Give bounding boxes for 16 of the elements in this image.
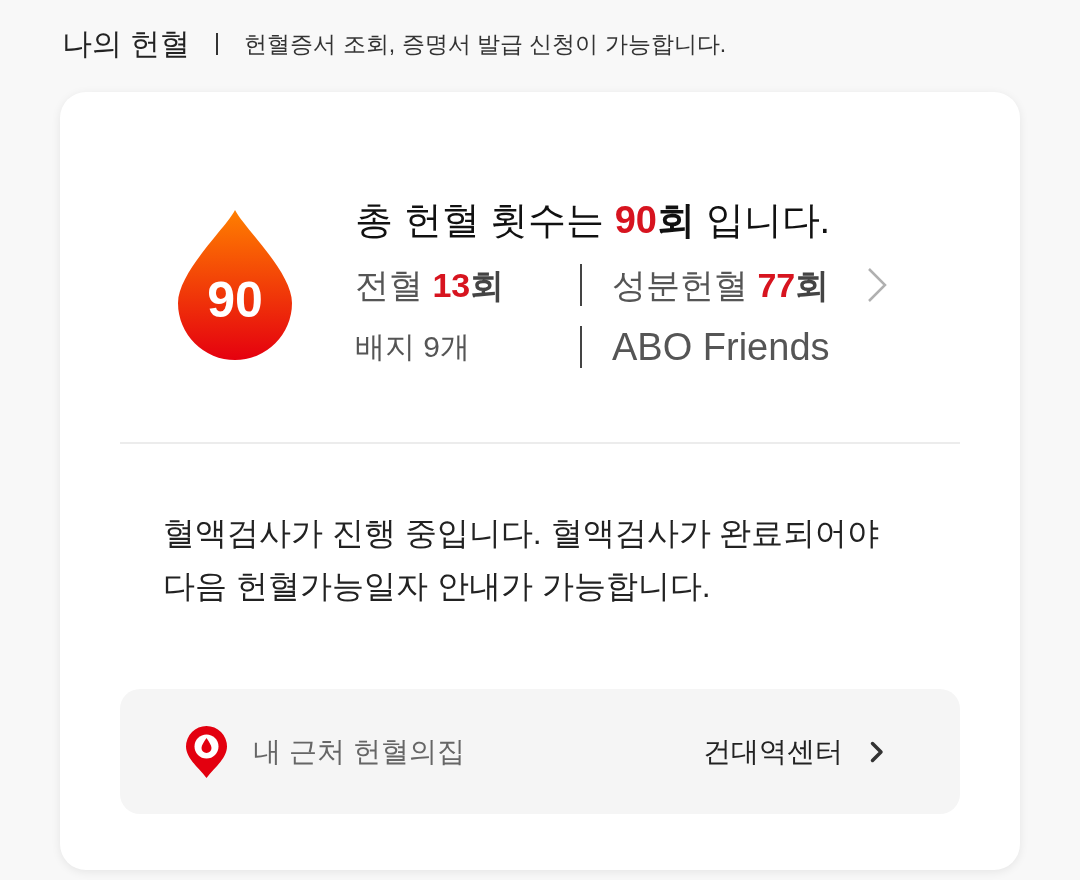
apheresis-count: 성분헌혈 77회 [612,268,830,302]
blood-drop-icon [178,210,292,360]
nearby-label: 내 근처 헌혈의집 [253,737,465,766]
page-subtitle: 헌혈증서 조회, 증명서 발급 신청이 가능합니다. [244,32,727,56]
badge-count: 배지 9개 [355,332,472,362]
whole-blood-count: 전혈 13회 [355,268,506,302]
nearby-center-panel[interactable]: 내 근처 헌혈의집 건대역센터 [120,689,960,814]
total-donations-text: 총 헌혈 횟수는 90회 입니다. [355,198,832,243]
location-pin-icon [185,724,228,779]
chevron-right-icon[interactable] [867,267,888,303]
club-name: ABO Friends [612,328,830,366]
center-link[interactable]: 건대역센터 [703,737,884,766]
drop-count-text: 90 [206,272,264,328]
blood-test-notice: 혈액검사가 진행 중입니다. 혈액검사가 완료되어야 다음 헌혈가능일자 안내가 가능합니다. [163,514,881,606]
page-title: 나의 헌혈 [62,29,191,59]
chevron-right-icon [870,740,884,763]
